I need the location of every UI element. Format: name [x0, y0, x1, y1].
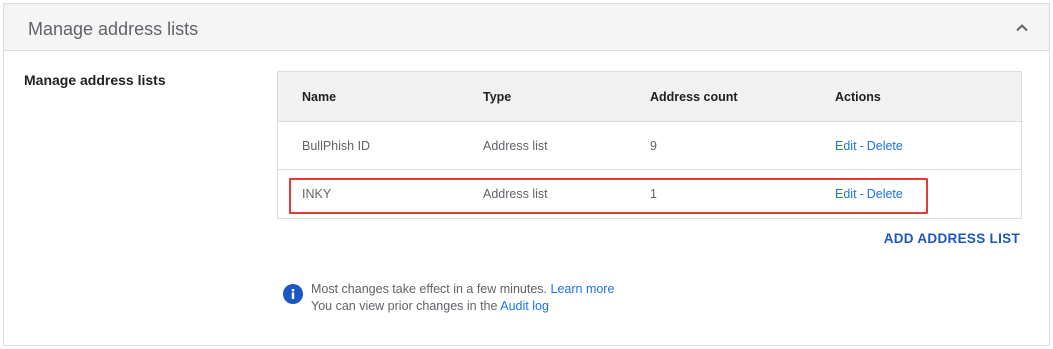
audit-log-link[interactable]: Audit log	[500, 299, 549, 313]
edit-link[interactable]: Edit	[835, 187, 857, 201]
chevron-up-icon	[1016, 24, 1028, 32]
action-separator: -	[859, 138, 864, 153]
table-row: BullPhish ID Address list 9 Edit - Delet…	[278, 122, 1021, 170]
row-actions: Edit - Delete	[835, 170, 903, 218]
row-address-count: 9	[650, 138, 657, 153]
info-text: You can view prior changes in the	[311, 299, 498, 313]
delete-link[interactable]: Delete	[867, 187, 903, 201]
header-actions: Actions	[835, 89, 881, 104]
row-address-count: 1	[650, 187, 657, 201]
table-row: INKY Address list 1 Edit - Delete	[278, 170, 1021, 218]
add-address-list-button[interactable]: ADD ADDRESS LIST	[884, 231, 1020, 246]
address-lists-table: Name Type Address count Actions BullPhis…	[277, 71, 1022, 219]
info-text-line2: You can view prior changes in the Audit …	[311, 299, 549, 313]
header-address-count: Address count	[650, 89, 738, 104]
info-icon	[283, 284, 303, 304]
action-separator: -	[859, 187, 864, 201]
delete-link[interactable]: Delete	[867, 139, 903, 153]
panel-header[interactable]: Manage address lists	[4, 4, 1049, 51]
section-label: Manage address lists	[24, 72, 166, 88]
table-header: Name Type Address count Actions	[278, 72, 1021, 122]
info-text: Most changes take effect in a few minute…	[311, 282, 548, 296]
info-text-line1: Most changes take effect in a few minute…	[311, 282, 614, 296]
row-actions: Edit - Delete	[835, 122, 903, 169]
learn-more-link[interactable]: Learn more	[551, 282, 615, 296]
collapse-button[interactable]	[1013, 19, 1031, 37]
row-type: Address list	[483, 187, 548, 201]
edit-link[interactable]: Edit	[835, 139, 857, 153]
row-name: INKY	[302, 187, 332, 201]
row-type: Address list	[483, 138, 548, 153]
panel-title: Manage address lists	[28, 19, 199, 39]
header-type: Type	[483, 89, 512, 104]
header-name: Name	[302, 89, 337, 104]
row-name: BullPhish ID	[302, 138, 371, 153]
